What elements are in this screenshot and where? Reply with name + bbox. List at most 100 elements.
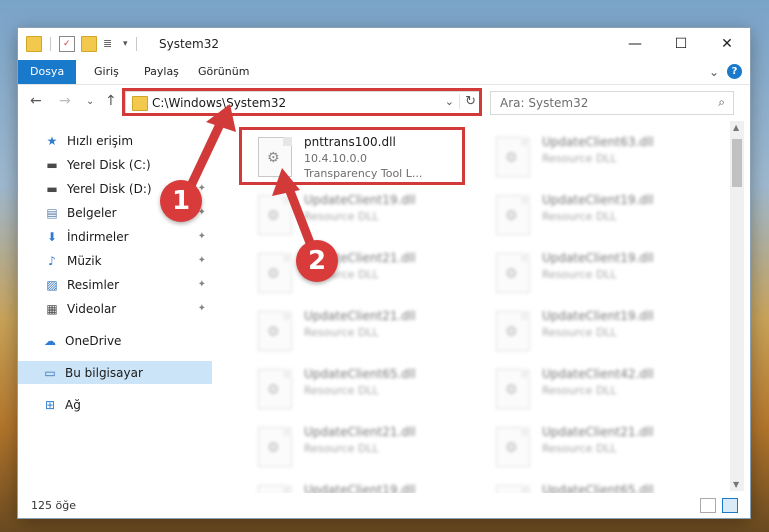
properties-icon[interactable]: ✓ bbox=[59, 36, 75, 52]
dll-file-icon: ⚙ bbox=[496, 311, 530, 351]
file-item[interactable]: ⚙UpdateClient65.dllResource DLL bbox=[482, 479, 692, 493]
sidebar-item[interactable]: ☁ OneDrive bbox=[18, 329, 212, 352]
file-name: UpdateClient63.dll bbox=[542, 135, 654, 149]
minimize-button[interactable]: — bbox=[612, 28, 658, 60]
file-item[interactable]: ⚙UpdateClient19.dllResource DLL bbox=[482, 247, 692, 299]
gear-icon: ⚙ bbox=[505, 266, 518, 282]
sidebar-item[interactable]: ▭ Bu bilgisayar bbox=[18, 361, 212, 384]
scroll-up-icon[interactable]: ▲ bbox=[733, 123, 739, 132]
gear-icon: ⚙ bbox=[505, 208, 518, 224]
file-highlight-box bbox=[239, 127, 465, 185]
file-description: Resource DLL bbox=[542, 152, 617, 165]
step-badge-2: 2 bbox=[296, 240, 338, 282]
gear-icon: ⚙ bbox=[267, 266, 280, 282]
file-item[interactable]: ⚙ UpdateClient63.dll Resource DLL bbox=[482, 131, 692, 183]
file-item[interactable]: ⚙ UpdateClient21.dll Resource DLL bbox=[244, 305, 454, 357]
up-button[interactable]: ↑ bbox=[105, 93, 117, 109]
drive-icon: ▬ bbox=[46, 157, 58, 172]
file-name: UpdateClient19.dll bbox=[304, 193, 416, 207]
tiles-view-icon[interactable] bbox=[722, 498, 738, 513]
window-title: System32 bbox=[159, 37, 220, 51]
customize-toolbar-icon[interactable]: ▾ bbox=[123, 39, 128, 49]
sidebar-item[interactable]: ▬ Yerel Disk (C:) bbox=[18, 153, 212, 176]
videos-icon: ▦ bbox=[46, 301, 58, 316]
tab-gorunum[interactable]: Görünüm bbox=[186, 60, 261, 84]
view-switcher bbox=[700, 498, 738, 513]
view-options-icon[interactable]: ≣ bbox=[103, 37, 117, 51]
file-name: UpdateClient19.dll bbox=[542, 193, 654, 207]
window-controls: — ☐ ✕ bbox=[612, 28, 750, 60]
pin-icon[interactable]: ✦ bbox=[198, 303, 206, 314]
tab-dosya[interactable]: Dosya bbox=[18, 60, 77, 84]
file-item[interactable]: ⚙UpdateClient19.dllResource DLL bbox=[482, 189, 692, 241]
details-view-icon[interactable] bbox=[700, 498, 716, 513]
file-item[interactable]: ⚙ UpdateClient21.dll Resource DLL bbox=[482, 421, 692, 473]
folder-icon bbox=[26, 36, 42, 52]
pin-icon[interactable]: ✦ bbox=[198, 255, 206, 266]
file-name: UpdateClient42.dll bbox=[542, 367, 654, 381]
sidebar-item[interactable]: ♪ Müzik ✦ bbox=[18, 249, 212, 272]
search-icon[interactable]: ⌕ bbox=[718, 95, 725, 110]
file-name: UpdateClient65.dll bbox=[542, 483, 654, 493]
dll-file-icon: ⚙ bbox=[496, 137, 530, 177]
sidebar-item-label: OneDrive bbox=[65, 333, 122, 348]
file-name: UpdateClient21.dll bbox=[304, 309, 416, 323]
file-description: Resource DLL bbox=[304, 442, 379, 455]
dll-file-icon: ⚙ bbox=[258, 369, 292, 409]
sidebar-item[interactable]: ⊞ Ağ bbox=[18, 393, 212, 416]
file-name: UpdateClient19.dll bbox=[304, 483, 416, 493]
sidebar-item-label: Belgeler bbox=[67, 205, 117, 220]
scroll-down-icon[interactable]: ▼ bbox=[733, 480, 739, 489]
vertical-scrollbar[interactable]: ▲ ▼ bbox=[730, 121, 744, 491]
sidebar-item[interactable]: ★ Hızlı erişim bbox=[18, 129, 212, 152]
help-icon[interactable]: ? bbox=[727, 64, 742, 79]
documents-icon: ▤ bbox=[46, 205, 58, 220]
scroll-thumb[interactable] bbox=[732, 139, 742, 187]
file-name: UpdateClient19.dll bbox=[542, 309, 654, 323]
file-description: Resource DLL bbox=[304, 384, 379, 397]
file-description: Resource DLL bbox=[304, 210, 379, 223]
file-name: UpdateClient19.dll bbox=[542, 251, 654, 265]
new-folder-icon[interactable] bbox=[81, 36, 97, 52]
sidebar-item[interactable]: ▨ Resimler ✦ bbox=[18, 273, 212, 296]
step-badge-1: 1 bbox=[160, 180, 202, 222]
file-name: UpdateClient65.dll bbox=[304, 367, 416, 381]
recent-locations-button[interactable]: ⌄ bbox=[86, 96, 94, 107]
back-button[interactable]: ← bbox=[30, 93, 42, 109]
expand-ribbon-icon[interactable]: ⌄ bbox=[709, 65, 719, 79]
gear-icon: ⚙ bbox=[505, 382, 518, 398]
file-item[interactable]: ⚙ UpdateClient21.dll Resource DLL bbox=[244, 421, 454, 473]
dll-file-icon: ⚙ bbox=[258, 485, 292, 493]
close-button[interactable]: ✕ bbox=[704, 28, 750, 60]
file-item[interactable]: ⚙UpdateClient19.dllResource DLL bbox=[482, 305, 692, 357]
file-item[interactable]: ⚙UpdateClient19.dllResource DLL bbox=[244, 479, 454, 493]
pin-icon[interactable]: ✦ bbox=[198, 279, 206, 290]
dll-file-icon: ⚙ bbox=[258, 311, 292, 351]
pin-icon[interactable]: ✦ bbox=[198, 231, 206, 242]
gear-icon: ⚙ bbox=[505, 440, 518, 456]
file-item[interactable]: ⚙ UpdateClient21.dll Resource DLL bbox=[244, 247, 454, 299]
gear-icon: ⚙ bbox=[267, 208, 280, 224]
forward-button[interactable]: → bbox=[59, 93, 71, 109]
search-box[interactable]: Ara: System32 ⌕ bbox=[490, 91, 734, 115]
sidebar-item[interactable]: ⬇ İndirmeler ✦ bbox=[18, 225, 212, 248]
status-bar: 125 öğe bbox=[18, 494, 750, 518]
file-description: Resource DLL bbox=[542, 442, 617, 455]
sidebar-item[interactable]: ▦ Videolar ✦ bbox=[18, 297, 212, 320]
divider bbox=[135, 37, 137, 51]
divider bbox=[50, 37, 51, 51]
file-item[interactable]: ⚙ UpdateClient65.dll Resource DLL bbox=[244, 363, 454, 415]
gear-icon: ⚙ bbox=[267, 382, 280, 398]
maximize-button[interactable]: ☐ bbox=[658, 28, 704, 60]
sidebar-item-label: Ağ bbox=[65, 397, 81, 412]
search-input[interactable]: Ara: System32 bbox=[500, 96, 588, 110]
pictures-icon: ▨ bbox=[46, 277, 58, 292]
tab-paylas[interactable]: Paylaş bbox=[132, 60, 191, 84]
network-icon: ⊞ bbox=[44, 397, 56, 412]
quick-access-toolbar: ✓ ≣ ▾ bbox=[26, 36, 139, 52]
sidebar-item-label: Bu bilgisayar bbox=[65, 365, 143, 380]
tab-giris[interactable]: Giriş bbox=[82, 60, 131, 84]
file-item[interactable]: ⚙ UpdateClient42.dll Resource DLL bbox=[482, 363, 692, 415]
file-item[interactable]: ⚙ UpdateClient19.dll Resource DLL bbox=[244, 189, 454, 241]
ribbon-right-controls: ⌄ ? bbox=[709, 64, 742, 79]
